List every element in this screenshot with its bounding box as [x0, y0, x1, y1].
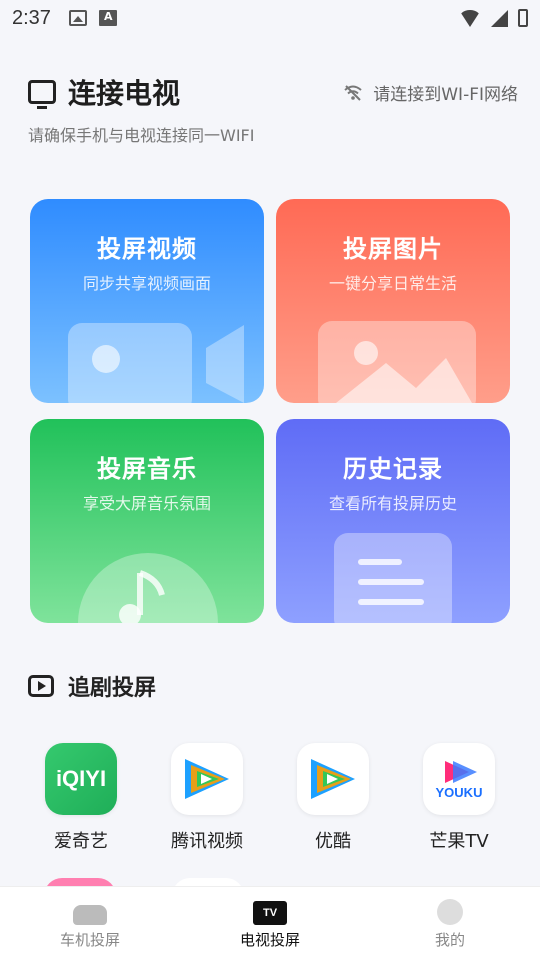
- nav-tv-cast[interactable]: TV 电视投屏: [195, 897, 345, 950]
- wifi-off-icon: [343, 84, 363, 101]
- signal-icon: [491, 9, 508, 27]
- mango-tv-logo-icon: YOUKU: [423, 743, 495, 815]
- music-note-icon: [78, 553, 218, 623]
- app-notification-icon: [98, 10, 117, 26]
- iqiyi-logo-icon: iQIYI: [45, 743, 117, 815]
- card-title: 投屏音乐: [97, 455, 197, 483]
- car-icon: [73, 905, 107, 925]
- card-title: 投屏图片: [343, 235, 443, 263]
- app-label: 优酷: [315, 831, 351, 852]
- header: 连接电视 请连接到WI-FI网络 请确保手机与电视连接同一WIFI: [28, 72, 518, 146]
- bottom-nav: 车机投屏 TV 电视投屏 我的: [0, 886, 540, 960]
- wifi-icon: [459, 9, 481, 27]
- nav-label: 我的: [434, 931, 465, 949]
- tv-play-icon: [28, 675, 54, 697]
- card-subtitle: 一键分享日常生活: [328, 274, 457, 293]
- app-label: 爱奇艺: [54, 831, 108, 852]
- status-time: 2:37: [12, 6, 51, 29]
- app-mango-tv[interactable]: YOUKU 芒果TV: [404, 743, 514, 853]
- mango-tv-logo-text: YOUKU: [435, 784, 483, 800]
- document-icon: [334, 533, 452, 623]
- section-title-text: 追剧投屏: [68, 676, 157, 701]
- status-bar: 2:37: [0, 0, 540, 36]
- person-icon: [437, 899, 463, 925]
- page-subtitle: 请确保手机与电视连接同一WIFI: [28, 126, 255, 145]
- history-card[interactable]: 历史记录 查看所有投屏历史: [276, 419, 510, 623]
- card-subtitle: 享受大屏音乐氛围: [82, 494, 211, 513]
- section-title: 追剧投屏: [28, 670, 156, 702]
- app-iqiyi[interactable]: iQIYI 爱奇艺: [26, 743, 136, 853]
- app-label: 腾讯视频: [171, 831, 243, 852]
- video-camera-icon: [68, 323, 244, 403]
- cast-video-card[interactable]: 投屏视频 同步共享视频画面: [30, 199, 264, 403]
- tv-icon: [28, 80, 56, 109]
- nav-label: 车机投屏: [59, 931, 120, 949]
- wifi-hint-text: 请连接到WI-FI网络: [373, 85, 518, 105]
- card-title: 历史记录: [343, 455, 443, 483]
- image-notification-icon: [68, 10, 87, 26]
- nav-mine[interactable]: 我的: [375, 897, 525, 950]
- youku-logo-icon: [297, 743, 369, 815]
- tencent-video-logo-icon: [171, 743, 243, 815]
- cast-photo-card[interactable]: 投屏图片 一键分享日常生活: [276, 199, 510, 403]
- picture-icon: [318, 321, 476, 403]
- card-title: 投屏视频: [97, 235, 197, 263]
- app-tencent-video[interactable]: 腾讯视频: [152, 743, 262, 853]
- cast-music-card[interactable]: 投屏音乐 享受大屏音乐氛围: [30, 419, 264, 623]
- wifi-hint[interactable]: 请连接到WI-FI网络: [343, 80, 518, 105]
- iqiyi-logo-text: iQIYI: [55, 766, 107, 791]
- app-youku[interactable]: 优酷: [278, 743, 388, 853]
- page-title: 连接电视: [68, 77, 181, 110]
- tv-nav-icon: TV: [253, 901, 287, 925]
- battery-icon: [518, 9, 528, 27]
- nav-car-cast[interactable]: 车机投屏: [15, 897, 165, 950]
- app-label: 芒果TV: [429, 831, 489, 852]
- nav-label: 电视投屏: [239, 931, 300, 949]
- card-subtitle: 查看所有投屏历史: [328, 494, 457, 513]
- card-subtitle: 同步共享视频画面: [82, 274, 211, 293]
- app-list: iQIYI 爱奇艺 腾讯视频 优酷 YOUKU 芒果TV: [0, 743, 540, 853]
